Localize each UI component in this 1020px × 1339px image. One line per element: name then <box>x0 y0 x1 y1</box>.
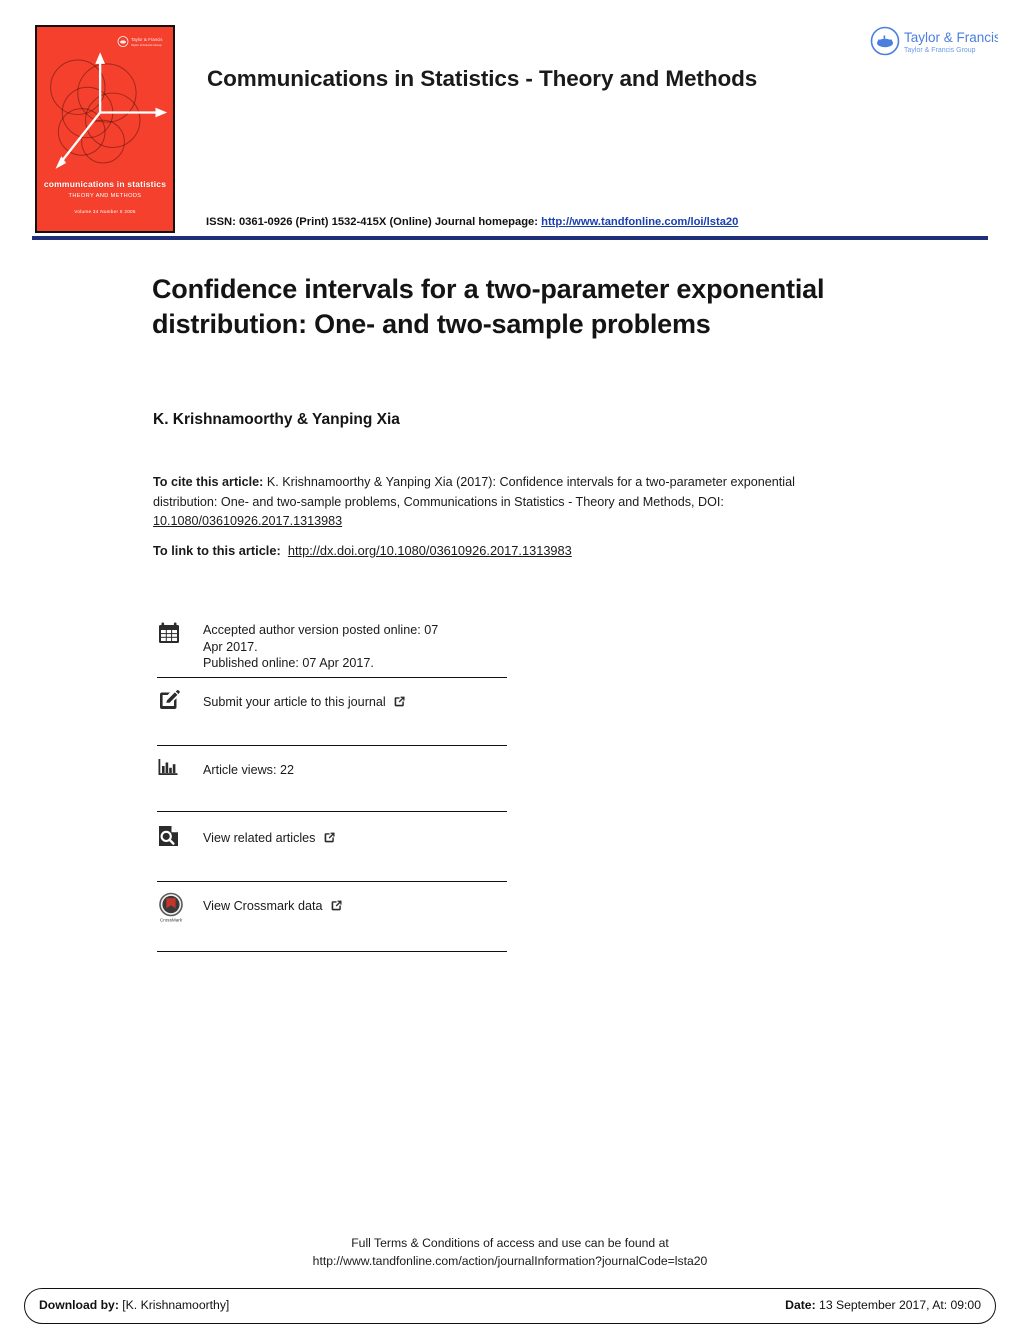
journal-title: Communications in Statistics - Theory an… <box>207 66 758 91</box>
link-block: To link to this article: http://dx.doi.o… <box>153 543 833 558</box>
cover-subtitle: THEORY AND METHODS <box>68 193 142 199</box>
crossmark-label[interactable]: View Crossmark data <box>203 899 322 913</box>
download-by-value: [K. Krishnamoorthy] <box>122 1298 230 1312</box>
svg-text:CrossMark: CrossMark <box>160 918 183 923</box>
article-views-label: Article views: 22 <box>203 763 294 777</box>
footer-terms: Full Terms & Conditions of access and us… <box>0 1235 1020 1270</box>
metadata-row-publication-dates: Accepted author version posted online: 0… <box>157 618 507 678</box>
header-divider <box>32 236 988 240</box>
article-authors: K. Krishnamoorthy & Yanping Xia <box>153 411 400 428</box>
date-value: 13 September 2017, At: 09:00 <box>819 1298 981 1312</box>
svg-text:Taylor & Francis Group: Taylor & Francis Group <box>904 47 976 54</box>
cover-publisher-logo-icon: Taylor & Francis Taylor & Francis Group <box>117 36 163 47</box>
cover-volume: Volume 34 Number 8 2005 <box>74 209 136 214</box>
citation-block: To cite this article: K. Krishnamoorthy … <box>153 473 833 532</box>
external-link-icon <box>393 695 406 713</box>
published-date-line: Published online: 07 Apr 2017. <box>203 656 374 671</box>
footer-download-bar: Download by: [K. Krishnamoorthy] Date: 1… <box>24 1288 996 1324</box>
journal-homepage-link[interactable]: http://www.tandfonline.com/loi/lsta20 <box>541 216 738 228</box>
taylor-francis-logo-icon: Taylor & Francis Taylor & Francis Group <box>870 26 998 56</box>
metadata-text: Submit your article to this journal <box>203 678 406 713</box>
link-label: To link to this article: <box>153 543 281 558</box>
page-header: Taylor & Francis Taylor & Francis Group … <box>0 0 1020 250</box>
issn-text: ISSN: 0361-0926 (Print) 1532-415X (Onlin… <box>206 216 539 228</box>
svg-text:Taylor & Francis: Taylor & Francis <box>131 37 163 42</box>
metadata-text: View related articles <box>203 812 336 849</box>
metadata-row-submit-article[interactable]: Submit your article to this journal <box>157 678 507 746</box>
article-url-link[interactable]: http://dx.doi.org/10.1080/03610926.2017.… <box>288 543 572 558</box>
footer-terms-line2: http://www.tandfonline.com/action/journa… <box>312 1253 708 1268</box>
cite-label: To cite this article: <box>153 475 264 489</box>
external-link-icon <box>330 899 343 917</box>
doi-link[interactable]: 10.1080/03610926.2017.1313983 <box>153 514 342 528</box>
journal-cover-image: Taylor & Francis Taylor & Francis Group … <box>35 25 175 233</box>
cover-title: communications in statistics <box>43 179 167 189</box>
related-articles-label[interactable]: View related articles <box>203 831 315 845</box>
accepted-date-line1: Accepted author version posted online: 0… <box>203 623 439 637</box>
metadata-text: Accepted author version posted online: 0… <box>203 618 438 672</box>
metadata-text: Article views: 22 <box>203 746 294 779</box>
download-by-label: Download by: <box>39 1298 119 1312</box>
external-link-icon <box>323 831 336 849</box>
svg-text:Taylor & Francis: Taylor & Francis <box>904 30 998 45</box>
article-metadata-list: Accepted author version posted online: 0… <box>157 618 507 952</box>
calendar-icon <box>157 618 203 645</box>
date-label: Date: <box>785 1298 816 1312</box>
crossmark-icon: CrossMark <box>157 882 203 924</box>
footer-terms-line1: Full Terms & Conditions of access and us… <box>351 1236 669 1250</box>
metadata-text: View Crossmark data <box>203 882 343 917</box>
bar-chart-icon <box>157 746 203 778</box>
submit-article-label[interactable]: Submit your article to this journal <box>203 695 386 709</box>
footer-date: Date: 13 September 2017, At: 09:00 <box>785 1298 981 1312</box>
accepted-date-line2: Apr 2017. <box>203 639 258 654</box>
document-search-icon <box>157 812 203 848</box>
metadata-row-related-articles[interactable]: View related articles <box>157 812 507 882</box>
svg-text:Taylor & Francis Group: Taylor & Francis Group <box>131 43 162 47</box>
page-title: Confidence intervals for a two-parameter… <box>152 274 825 339</box>
metadata-row-crossmark[interactable]: CrossMark View Crossmark data <box>157 882 507 952</box>
footer-download-by: Download by: [K. Krishnamoorthy] <box>39 1298 229 1312</box>
issn-line: ISSN: 0361-0926 (Print) 1532-415X (Onlin… <box>206 216 738 228</box>
pencil-square-icon <box>157 678 203 712</box>
metadata-row-article-views: Article views: 22 <box>157 746 507 812</box>
